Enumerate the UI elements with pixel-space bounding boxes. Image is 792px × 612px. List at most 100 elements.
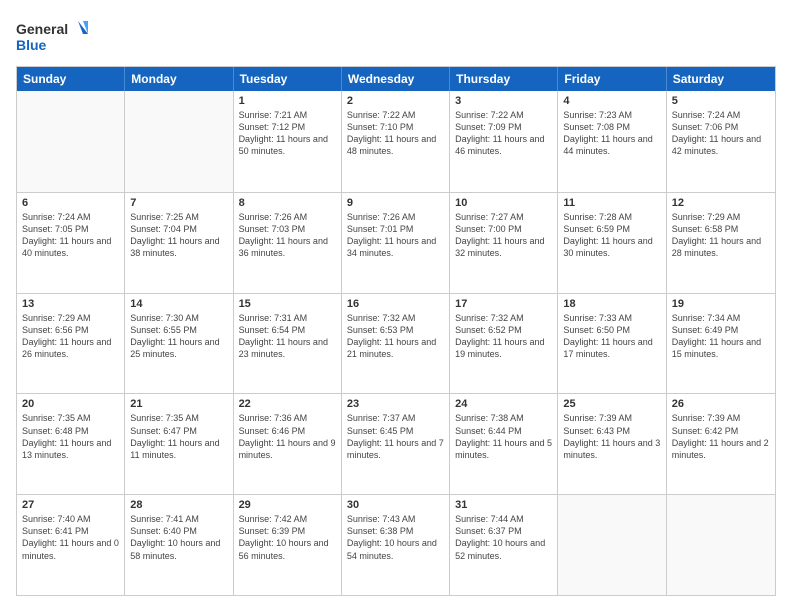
calendar-cell: 10 Sunrise: 7:27 AM Sunset: 7:00 PM Dayli… [450, 193, 558, 293]
day-info: Sunrise: 7:35 AM Sunset: 6:47 PM Dayligh… [130, 412, 227, 461]
day-number: 27 [22, 499, 119, 511]
day-number: 19 [672, 298, 770, 310]
calendar-header-cell: Saturday [667, 67, 775, 91]
calendar-cell: 28 Sunrise: 7:41 AM Sunset: 6:40 PM Dayli… [125, 495, 233, 595]
calendar-header: SundayMondayTuesdayWednesdayThursdayFrid… [17, 67, 775, 91]
day-info: Sunrise: 7:39 AM Sunset: 6:42 PM Dayligh… [672, 412, 770, 461]
day-number: 14 [130, 298, 227, 310]
day-number: 9 [347, 197, 444, 209]
calendar-cell: 24Sunrise: 7:38 AM Sunset: 6:44 PM Dayli… [450, 394, 558, 494]
svg-text:General: General [16, 21, 68, 37]
day-info: Sunrise: 7:24 AM Sunset: 7:06 PM Dayligh… [672, 109, 770, 158]
day-info: Sunrise: 7:43 AM Sunset: 6:38 PM Dayligh… [347, 513, 444, 562]
calendar-cell: 27 Sunrise: 7:40 AM Sunset: 6:41 PM Dayli… [17, 495, 125, 595]
day-info: Sunrise: 7:38 AM Sunset: 6:44 PM Dayligh… [455, 412, 552, 461]
calendar-header-cell: Wednesday [342, 67, 450, 91]
calendar-cell: 2 Sunrise: 7:22 AM Sunset: 7:10 PM Daylig… [342, 91, 450, 192]
calendar-cell: 23Sunrise: 7:37 AM Sunset: 6:45 PM Dayli… [342, 394, 450, 494]
day-info: Sunrise: 7:41 AM Sunset: 6:40 PM Dayligh… [130, 513, 227, 562]
day-number: 11 [563, 197, 660, 209]
day-info: Sunrise: 7:44 AM Sunset: 6:37 PM Dayligh… [455, 513, 552, 562]
calendar-header-cell: Sunday [17, 67, 125, 91]
day-info: Sunrise: 7:23 AM Sunset: 7:08 PM Dayligh… [563, 109, 660, 158]
day-info: Sunrise: 7:34 AM Sunset: 6:49 PM Dayligh… [672, 312, 770, 361]
day-number: 7 [130, 197, 227, 209]
day-info: Sunrise: 7:28 AM Sunset: 6:59 PM Dayligh… [563, 211, 660, 260]
day-number: 2 [347, 95, 444, 107]
calendar-cell: 6 Sunrise: 7:24 AM Sunset: 7:05 PM Daylig… [17, 193, 125, 293]
day-number: 29 [239, 499, 336, 511]
day-number: 22 [239, 398, 336, 410]
calendar-cell: 16 Sunrise: 7:32 AM Sunset: 6:53 PM Dayli… [342, 294, 450, 394]
day-info: Sunrise: 7:42 AM Sunset: 6:39 PM Dayligh… [239, 513, 336, 562]
calendar-cell: 22Sunrise: 7:36 AM Sunset: 6:46 PM Dayli… [234, 394, 342, 494]
calendar-cell: 18 Sunrise: 7:33 AM Sunset: 6:50 PM Dayli… [558, 294, 666, 394]
day-info: Sunrise: 7:33 AM Sunset: 6:50 PM Dayligh… [563, 312, 660, 361]
day-number: 30 [347, 499, 444, 511]
calendar-cell: 4 Sunrise: 7:23 AM Sunset: 7:08 PM Daylig… [558, 91, 666, 192]
day-info: Sunrise: 7:29 AM Sunset: 6:58 PM Dayligh… [672, 211, 770, 260]
day-number: 17 [455, 298, 552, 310]
calendar-cell: 15Sunrise: 7:31 AM Sunset: 6:54 PM Dayli… [234, 294, 342, 394]
day-info: Sunrise: 7:22 AM Sunset: 7:09 PM Dayligh… [455, 109, 552, 158]
day-info: Sunrise: 7:27 AM Sunset: 7:00 PM Dayligh… [455, 211, 552, 260]
calendar-cell: 13Sunrise: 7:29 AM Sunset: 6:56 PM Dayli… [17, 294, 125, 394]
calendar: SundayMondayTuesdayWednesdayThursdayFrid… [16, 66, 776, 596]
calendar-cell: 11 Sunrise: 7:28 AM Sunset: 6:59 PM Dayli… [558, 193, 666, 293]
day-number: 1 [239, 95, 336, 107]
day-info: Sunrise: 7:26 AM Sunset: 7:01 PM Dayligh… [347, 211, 444, 260]
day-info: Sunrise: 7:29 AM Sunset: 6:56 PM Dayligh… [22, 312, 119, 361]
logo: GeneralBlue [16, 16, 96, 56]
calendar-header-cell: Friday [558, 67, 666, 91]
day-number: 31 [455, 499, 552, 511]
day-info: Sunrise: 7:22 AM Sunset: 7:10 PM Dayligh… [347, 109, 444, 158]
day-number: 16 [347, 298, 444, 310]
calendar-week: 6 Sunrise: 7:24 AM Sunset: 7:05 PM Daylig… [17, 192, 775, 293]
day-info: Sunrise: 7:32 AM Sunset: 6:53 PM Dayligh… [347, 312, 444, 361]
day-info: Sunrise: 7:37 AM Sunset: 6:45 PM Dayligh… [347, 412, 444, 461]
day-number: 18 [563, 298, 660, 310]
calendar-header-cell: Thursday [450, 67, 558, 91]
page: GeneralBlue SundayMondayTuesdayWednesday… [0, 0, 792, 612]
day-info: Sunrise: 7:21 AM Sunset: 7:12 PM Dayligh… [239, 109, 336, 158]
calendar-cell: 31 Sunrise: 7:44 AM Sunset: 6:37 PM Dayli… [450, 495, 558, 595]
calendar-cell: 9 Sunrise: 7:26 AM Sunset: 7:01 PM Daylig… [342, 193, 450, 293]
day-number: 12 [672, 197, 770, 209]
calendar-week: 20Sunrise: 7:35 AM Sunset: 6:48 PM Dayli… [17, 393, 775, 494]
calendar-cell: 29 Sunrise: 7:42 AM Sunset: 6:39 PM Dayli… [234, 495, 342, 595]
calendar-header-cell: Tuesday [234, 67, 342, 91]
svg-text:Blue: Blue [16, 37, 47, 53]
calendar-cell: 26 Sunrise: 7:39 AM Sunset: 6:42 PM Dayli… [667, 394, 775, 494]
day-info: Sunrise: 7:25 AM Sunset: 7:04 PM Dayligh… [130, 211, 227, 260]
header: GeneralBlue [16, 16, 776, 56]
day-info: Sunrise: 7:32 AM Sunset: 6:52 PM Dayligh… [455, 312, 552, 361]
calendar-cell [17, 91, 125, 192]
calendar-cell [125, 91, 233, 192]
day-number: 6 [22, 197, 119, 209]
calendar-cell: 30 Sunrise: 7:43 AM Sunset: 6:38 PM Dayli… [342, 495, 450, 595]
day-number: 4 [563, 95, 660, 107]
day-number: 26 [672, 398, 770, 410]
day-info: Sunrise: 7:24 AM Sunset: 7:05 PM Dayligh… [22, 211, 119, 260]
calendar-cell [667, 495, 775, 595]
calendar-cell [558, 495, 666, 595]
day-number: 21 [130, 398, 227, 410]
calendar-cell: 7 Sunrise: 7:25 AM Sunset: 7:04 PM Daylig… [125, 193, 233, 293]
day-info: Sunrise: 7:35 AM Sunset: 6:48 PM Dayligh… [22, 412, 119, 461]
day-number: 10 [455, 197, 552, 209]
calendar-cell: 14Sunrise: 7:30 AM Sunset: 6:55 PM Dayli… [125, 294, 233, 394]
calendar-cell: 1 Sunrise: 7:21 AM Sunset: 7:12 PM Daylig… [234, 91, 342, 192]
day-number: 28 [130, 499, 227, 511]
day-info: Sunrise: 7:26 AM Sunset: 7:03 PM Dayligh… [239, 211, 336, 260]
calendar-cell: 17 Sunrise: 7:32 AM Sunset: 6:52 PM Dayli… [450, 294, 558, 394]
calendar-header-cell: Monday [125, 67, 233, 91]
calendar-week: 1 Sunrise: 7:21 AM Sunset: 7:12 PM Daylig… [17, 91, 775, 192]
logo-svg: GeneralBlue [16, 16, 96, 56]
calendar-cell: 8Sunrise: 7:26 AM Sunset: 7:03 PM Daylig… [234, 193, 342, 293]
day-number: 5 [672, 95, 770, 107]
calendar-week: 13Sunrise: 7:29 AM Sunset: 6:56 PM Dayli… [17, 293, 775, 394]
day-info: Sunrise: 7:40 AM Sunset: 6:41 PM Dayligh… [22, 513, 119, 562]
calendar-body: 1 Sunrise: 7:21 AM Sunset: 7:12 PM Daylig… [17, 91, 775, 595]
calendar-cell: 12 Sunrise: 7:29 AM Sunset: 6:58 PM Dayli… [667, 193, 775, 293]
calendar-cell: 21 Sunrise: 7:35 AM Sunset: 6:47 PM Dayli… [125, 394, 233, 494]
